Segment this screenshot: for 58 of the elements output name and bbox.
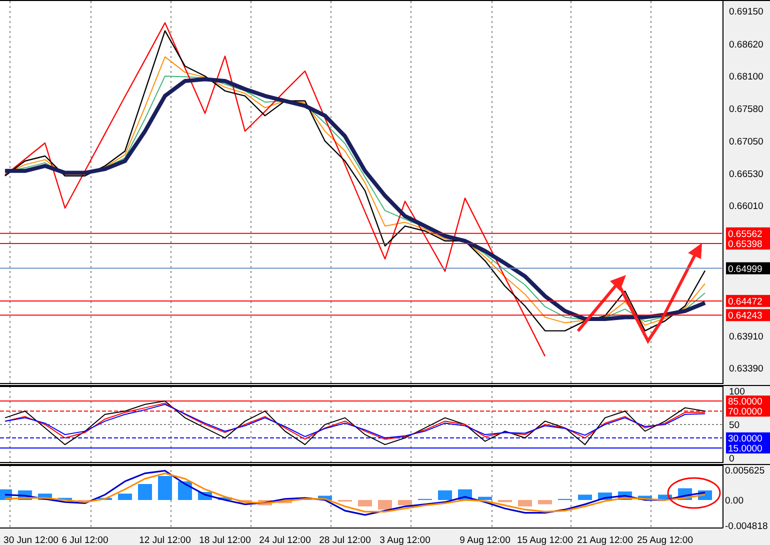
- price-level-label: 0.64243: [726, 309, 770, 322]
- price-level-label: 0.64999: [726, 262, 770, 275]
- time-axis-label: 15 Aug 12:00: [517, 535, 573, 545]
- time-axis-label: 12 Jul 12:00: [139, 535, 191, 545]
- price-axis-label: 0.63390: [729, 364, 764, 374]
- price-axis-label: 0.68620: [729, 39, 764, 50]
- histogram-bar: [578, 494, 592, 500]
- histogram-bar: [138, 484, 152, 500]
- price-level-label: 0.65398: [726, 238, 770, 250]
- histogram-bar: [478, 496, 492, 500]
- macd-axis-label: 0.00: [725, 496, 744, 506]
- price-axis-label: 0.67050: [729, 136, 764, 148]
- histogram-bar: [638, 496, 652, 500]
- histogram-bar: [218, 497, 232, 500]
- histogram-bar: [518, 500, 532, 506]
- price-axis-label: 0.68100: [729, 72, 764, 83]
- time-axis-label: 6 Jul 12:00: [62, 535, 108, 545]
- oscillator-level-label: 15.0000: [726, 442, 770, 454]
- histogram-bar: [98, 498, 112, 500]
- time-axis-label: 28 Jul 12:00: [319, 535, 371, 545]
- histogram-bar: [58, 498, 72, 500]
- histogram-bar: [358, 500, 372, 506]
- oscillator-axis-label: 0: [729, 454, 734, 463]
- histogram-bar: [398, 500, 412, 506]
- time-axis-label: 25 Aug 12:00: [637, 535, 693, 545]
- histogram-bar: [318, 496, 332, 500]
- histogram-bar: [538, 500, 552, 504]
- price-axis-label: 0.63910: [729, 331, 764, 342]
- trend-arrow: [576, 275, 626, 332]
- time-axis-label: 18 Jul 12:00: [199, 535, 251, 545]
- highlight-circle: [667, 477, 721, 509]
- oscillator-level-label: 85.0000: [726, 396, 770, 408]
- price-axis-label: 0.67580: [729, 104, 764, 115]
- histogram-bar: [118, 494, 132, 500]
- time-axis-label: 3 Aug 12:00: [380, 535, 430, 545]
- price-axis-label: 0.66530: [729, 168, 764, 180]
- histogram-bar: [238, 500, 252, 503]
- price-level-label: 0.64472: [726, 294, 770, 308]
- histogram-bar: [158, 476, 172, 500]
- histogram-bar: [438, 490, 452, 500]
- histogram-bar: [658, 494, 672, 500]
- oscillator-axis-label: 100: [729, 386, 745, 398]
- time-axis-label: 9 Aug 12:00: [460, 535, 510, 545]
- time-axis-label: 21 Aug 12:00: [577, 535, 633, 545]
- histogram-bar: [278, 500, 292, 504]
- oscillator-level-label: 70.0000: [726, 406, 770, 418]
- macd-axis-label: 0.005625: [725, 466, 765, 476]
- price-axis-label: 0.69150: [729, 6, 764, 18]
- histogram-bar: [498, 500, 512, 502]
- price-level-label: 0.65562: [726, 227, 770, 240]
- oscillator-level-label: 30.0000: [726, 432, 770, 444]
- time-axis-label: 24 Jul 12:00: [259, 535, 311, 545]
- price-axis-label: 0.66010: [729, 201, 764, 212]
- time-axis-label: 30 Jun 12:00: [4, 535, 58, 545]
- histogram-bar: [378, 500, 392, 510]
- macd-axis-label: -0.004818: [725, 521, 768, 532]
- oscillator-axis-label: 50: [729, 420, 740, 431]
- histogram-bar: [258, 500, 272, 506]
